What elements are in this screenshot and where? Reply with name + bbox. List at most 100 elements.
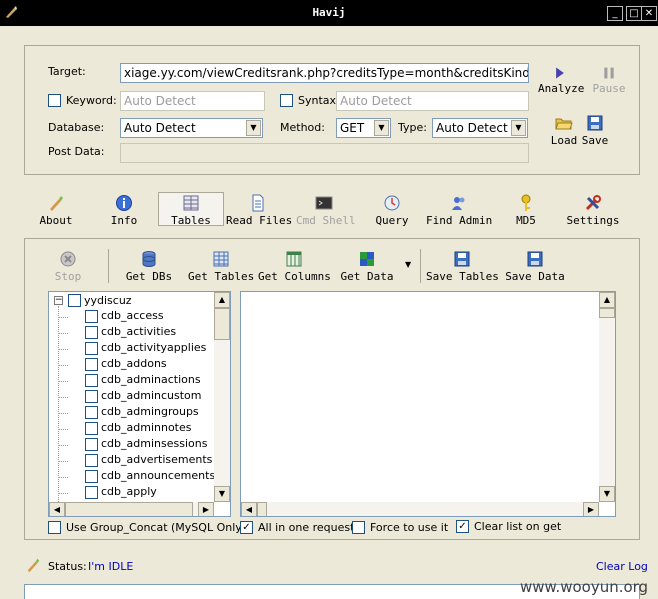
collapse-icon[interactable]: − [54,296,63,305]
tree-item[interactable]: cdb_admincustom [58,389,202,405]
tree-item-checkbox[interactable] [85,357,98,371]
tree-root-label: yydiscuz [84,294,132,307]
tab-info[interactable]: Info [104,194,144,227]
save-data-button[interactable]: Save Data [504,250,566,283]
target-input[interactable]: xiage.yy.com/viewCreditsrank.php?credits… [120,63,529,83]
scroll-left-icon[interactable]: ◀ [49,502,65,516]
scroll-up-icon[interactable]: ▲ [214,292,230,308]
save-button[interactable]: Save [580,114,610,147]
scroll-thumb[interactable] [599,308,615,318]
tree-item-checkbox[interactable] [85,453,98,467]
keyword-input[interactable]: Auto Detect [120,91,265,111]
tree-item-label: cdb_adminactions [101,373,201,386]
tree-item-checkbox[interactable] [85,485,98,499]
tree-connector [58,493,68,494]
force-label: Force to use it [370,521,449,534]
type-select[interactable]: Auto Detect ▼ [432,118,528,138]
data-view[interactable]: ▲ ▼ ◀ ▶ [240,291,616,517]
tree-item[interactable]: cdb_access [58,309,164,325]
tab-tables[interactable]: Tables [162,194,220,227]
tab-settings[interactable]: Settings [564,194,622,227]
syntax-input[interactable]: Auto Detect [336,91,529,111]
scroll-down-icon[interactable]: ▼ [214,486,230,502]
tree-item[interactable]: cdb_adminsessions [58,437,207,453]
get-data-button[interactable]: Get Data [338,250,396,283]
tree-item[interactable]: cdb_adminactions [58,373,201,389]
tab-find-admin[interactable]: Find Admin [426,194,492,227]
data-vscroll[interactable]: ▲ ▼ [599,292,615,502]
scroll-thumb[interactable] [257,502,267,516]
database-select[interactable]: Auto Detect ▼ [120,118,263,138]
tab-query[interactable]: Query [372,194,412,227]
document-icon [252,194,264,212]
keyword-checkbox[interactable] [48,94,61,107]
scroll-right-icon[interactable]: ▶ [198,502,214,516]
tree-item[interactable]: cdb_advertisements [58,453,212,469]
force-checkbox[interactable] [352,521,365,534]
tree-connector [58,397,68,398]
tree-item[interactable]: cdb_adminnotes [58,421,192,437]
maximize-button[interactable]: □ [626,6,642,21]
postdata-input[interactable] [120,143,529,163]
tree-root-checkbox[interactable] [68,294,81,307]
scroll-thumb[interactable] [214,308,230,340]
database-select-value: Auto Detect [124,121,196,135]
tab-about[interactable]: About [30,194,82,227]
chevron-down-icon[interactable]: ▼ [374,120,389,136]
tree-item-checkbox[interactable] [85,469,98,483]
minimize-button[interactable]: _ [607,6,623,21]
tree-connector [58,333,68,334]
close-button[interactable]: ✕ [641,6,657,21]
scroll-up-icon[interactable]: ▲ [599,292,615,308]
syntax-checkbox[interactable] [280,94,293,107]
clear-list-checkbox[interactable]: ✓ [456,520,469,533]
tree-connector [58,381,68,382]
tree-item[interactable]: cdb_activityapplies [58,341,206,357]
tree-item[interactable]: cdb_admingroups [58,405,199,421]
tree-item-checkbox[interactable] [85,421,98,435]
scroll-left-icon[interactable]: ◀ [241,502,257,516]
tree-item[interactable]: cdb_activities [58,325,177,341]
tree-item[interactable]: cdb_apply [58,485,157,501]
group-concat-checkbox[interactable] [48,521,61,534]
all-in-one-checkbox[interactable]: ✓ [240,521,253,534]
tree-item-label: cdb_activities [101,325,177,338]
load-button[interactable]: Load [549,114,579,147]
tree-item-checkbox[interactable] [85,389,98,403]
tree-connector [58,445,68,446]
tab-label: Info [110,214,138,227]
database-tree[interactable]: − yydiscuz cdb_access cdb_activities cdb_a… [48,291,231,517]
tree-item[interactable]: cdb_addons [58,357,167,373]
tab-label: About [39,214,73,227]
get-tables-button[interactable]: Get Tables [188,250,254,283]
stop-button[interactable]: Stop [50,250,86,283]
tree-vscroll[interactable]: ▲ ▼ [214,292,230,502]
data-hscroll[interactable]: ◀ ▶ [241,502,599,516]
clear-log-link[interactable]: Clear Log [596,560,648,573]
tree-hscroll[interactable]: ◀ ▶ [49,502,214,516]
columns-icon [286,251,302,267]
tab-read-files[interactable]: Read Files [226,194,292,227]
scroll-thumb[interactable] [65,502,193,516]
tab-md5[interactable]: MD5 [510,194,542,227]
chevron-down-icon[interactable]: ▼ [511,120,526,136]
save-tables-button[interactable]: Save Tables [426,250,499,283]
get-data-dropdown-icon[interactable]: ▼ [405,260,411,269]
method-select[interactable]: GET ▼ [336,118,391,138]
tab-cmd-shell[interactable]: Cmd Shell [296,194,356,227]
get-dbs-button[interactable]: Get DBs [124,250,174,283]
pause-button[interactable]: Pause [590,66,628,95]
scroll-down-icon[interactable]: ▼ [599,486,615,502]
tree-item-checkbox[interactable] [85,309,98,323]
tree-item-checkbox[interactable] [85,325,98,339]
tree-item-checkbox[interactable] [85,341,98,355]
tree-connector [58,349,68,350]
tree-item-checkbox[interactable] [85,373,98,387]
tree-item[interactable]: cdb_announcements [58,469,215,485]
scroll-right-icon[interactable]: ▶ [583,502,599,516]
tree-item-checkbox[interactable] [85,437,98,451]
chevron-down-icon[interactable]: ▼ [246,120,261,136]
get-columns-button[interactable]: Get Columns [258,250,331,283]
tree-item-checkbox[interactable] [85,405,98,419]
analyze-button[interactable]: Analyze [538,66,584,95]
